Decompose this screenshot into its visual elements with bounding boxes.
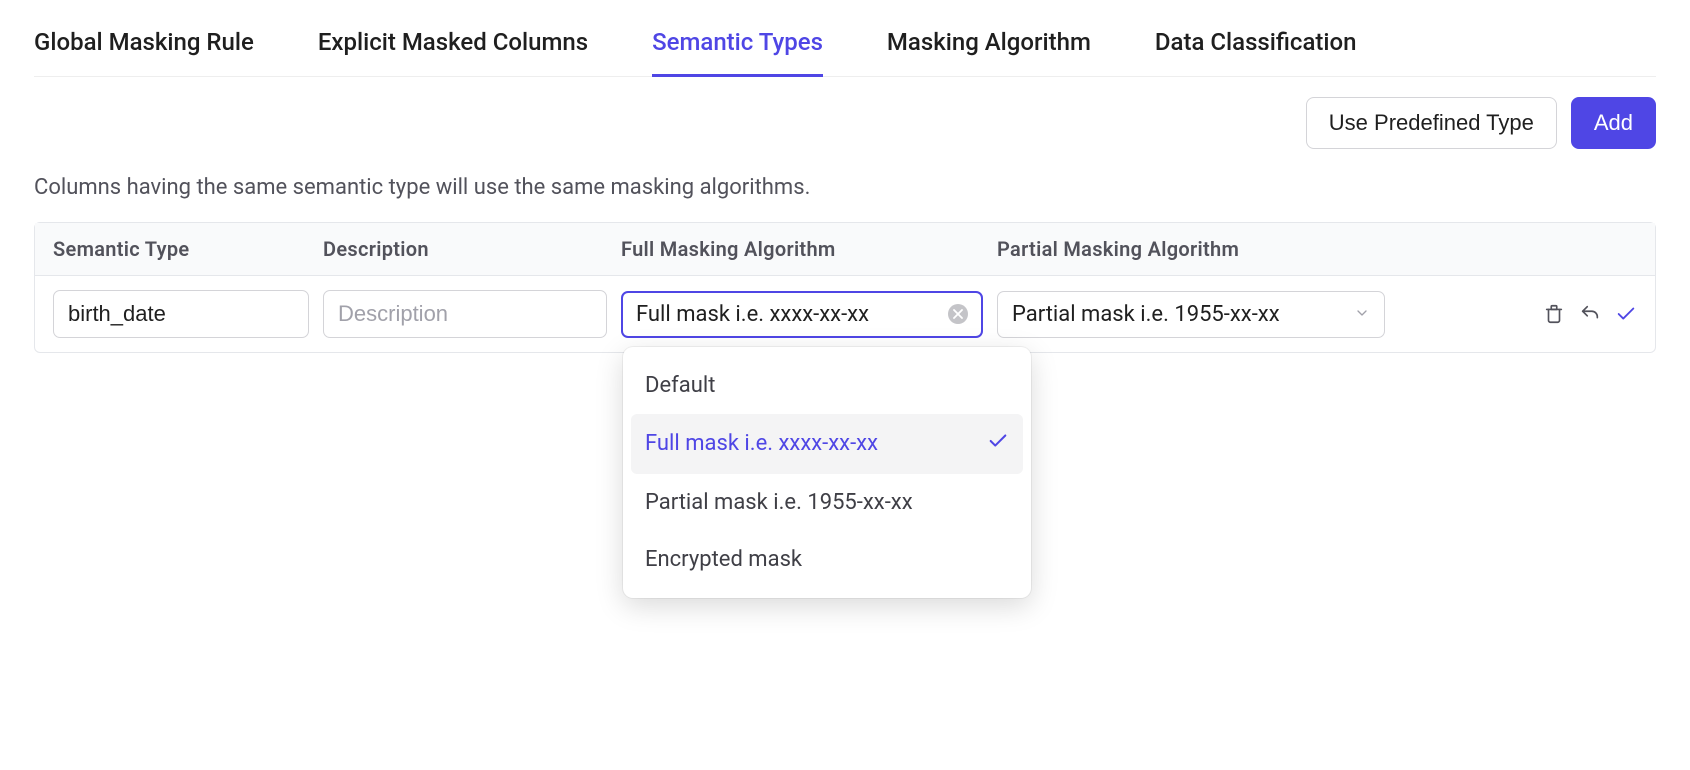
page-description: Columns having the same semantic type wi… [34,175,1656,200]
chevron-down-icon [1354,302,1370,327]
table-header: Semantic Type Description Full Masking A… [35,223,1655,276]
full-masking-dropdown: Default Full mask i.e. xxxx-xx-xx Partia… [623,347,1031,598]
dropdown-option-label: Encrypted mask [645,547,802,572]
semantic-type-input[interactable] [53,290,309,338]
full-masking-select[interactable]: Full mask i.e. xxxx-xx-xx Default Full m… [621,291,983,338]
header-semantic-type: Semantic Type [53,237,323,261]
tab-semantic-types[interactable]: Semantic Types [652,20,823,76]
tab-explicit-masked-columns[interactable]: Explicit Masked Columns [318,20,588,76]
use-predefined-type-button[interactable]: Use Predefined Type [1306,97,1557,149]
check-icon [987,430,1009,458]
partial-masking-selected-value: Partial mask i.e. 1955-xx-xx [1012,302,1280,327]
dropdown-option-label: Full mask i.e. xxxx-xx-xx [645,431,878,456]
tab-masking-algorithm[interactable]: Masking Algorithm [887,20,1091,76]
dropdown-option-label: Partial mask i.e. 1955-xx-xx [645,490,913,515]
dropdown-option-encrypted-mask[interactable]: Encrypted mask [623,531,1031,588]
dropdown-option-full-mask[interactable]: Full mask i.e. xxxx-xx-xx [631,414,1023,474]
dropdown-option-label: Default [645,373,715,398]
tabs-bar: Global Masking Rule Explicit Masked Colu… [34,20,1656,77]
description-input[interactable] [323,290,607,338]
header-description: Description [323,237,621,261]
delete-icon[interactable] [1543,303,1565,325]
semantic-types-table: Semantic Type Description Full Masking A… [34,222,1656,353]
partial-masking-select[interactable]: Partial mask i.e. 1955-xx-xx [997,291,1385,338]
table-row: Full mask i.e. xxxx-xx-xx Default Full m… [35,276,1655,352]
confirm-icon[interactable] [1615,303,1637,325]
clear-icon[interactable] [948,304,968,324]
dropdown-option-default[interactable]: Default [623,357,1031,414]
add-button[interactable]: Add [1571,97,1656,149]
dropdown-option-partial-mask[interactable]: Partial mask i.e. 1955-xx-xx [623,474,1031,531]
undo-icon[interactable] [1579,303,1601,325]
full-masking-selected-value: Full mask i.e. xxxx-xx-xx [636,302,869,327]
action-bar: Use Predefined Type Add [34,97,1656,149]
tab-data-classification[interactable]: Data Classification [1155,20,1357,76]
header-partial-masking: Partial Masking Algorithm [997,237,1399,261]
tab-global-masking-rule[interactable]: Global Masking Rule [34,20,254,76]
header-full-masking: Full Masking Algorithm [621,237,997,261]
